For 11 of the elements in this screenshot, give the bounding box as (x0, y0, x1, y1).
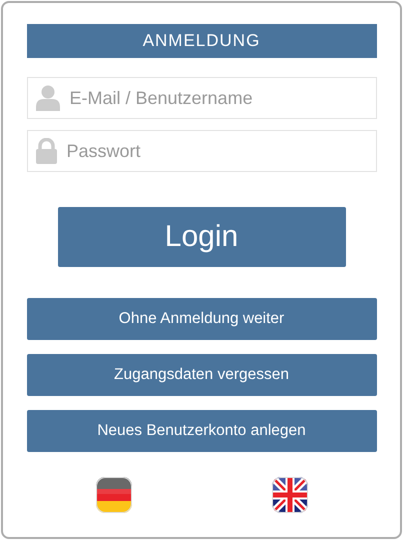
action-button[interactable]: Zugangsdaten vergessen (26, 354, 376, 396)
british-flag-icon[interactable] (272, 477, 308, 513)
login-button[interactable]: Login (58, 207, 346, 267)
action-button[interactable]: Ohne Anmeldung weiter (26, 298, 376, 340)
lock-icon (36, 138, 56, 164)
panel-header: ANMELDUNG (26, 24, 376, 58)
german-flag-icon[interactable] (96, 477, 132, 513)
user-icon (36, 84, 60, 112)
action-button[interactable]: Neues Benutzerkonto anlegen (26, 410, 376, 452)
password-field[interactable]: Passwort (26, 130, 376, 172)
username-field[interactable]: E-Mail / Benutzername (26, 77, 376, 119)
